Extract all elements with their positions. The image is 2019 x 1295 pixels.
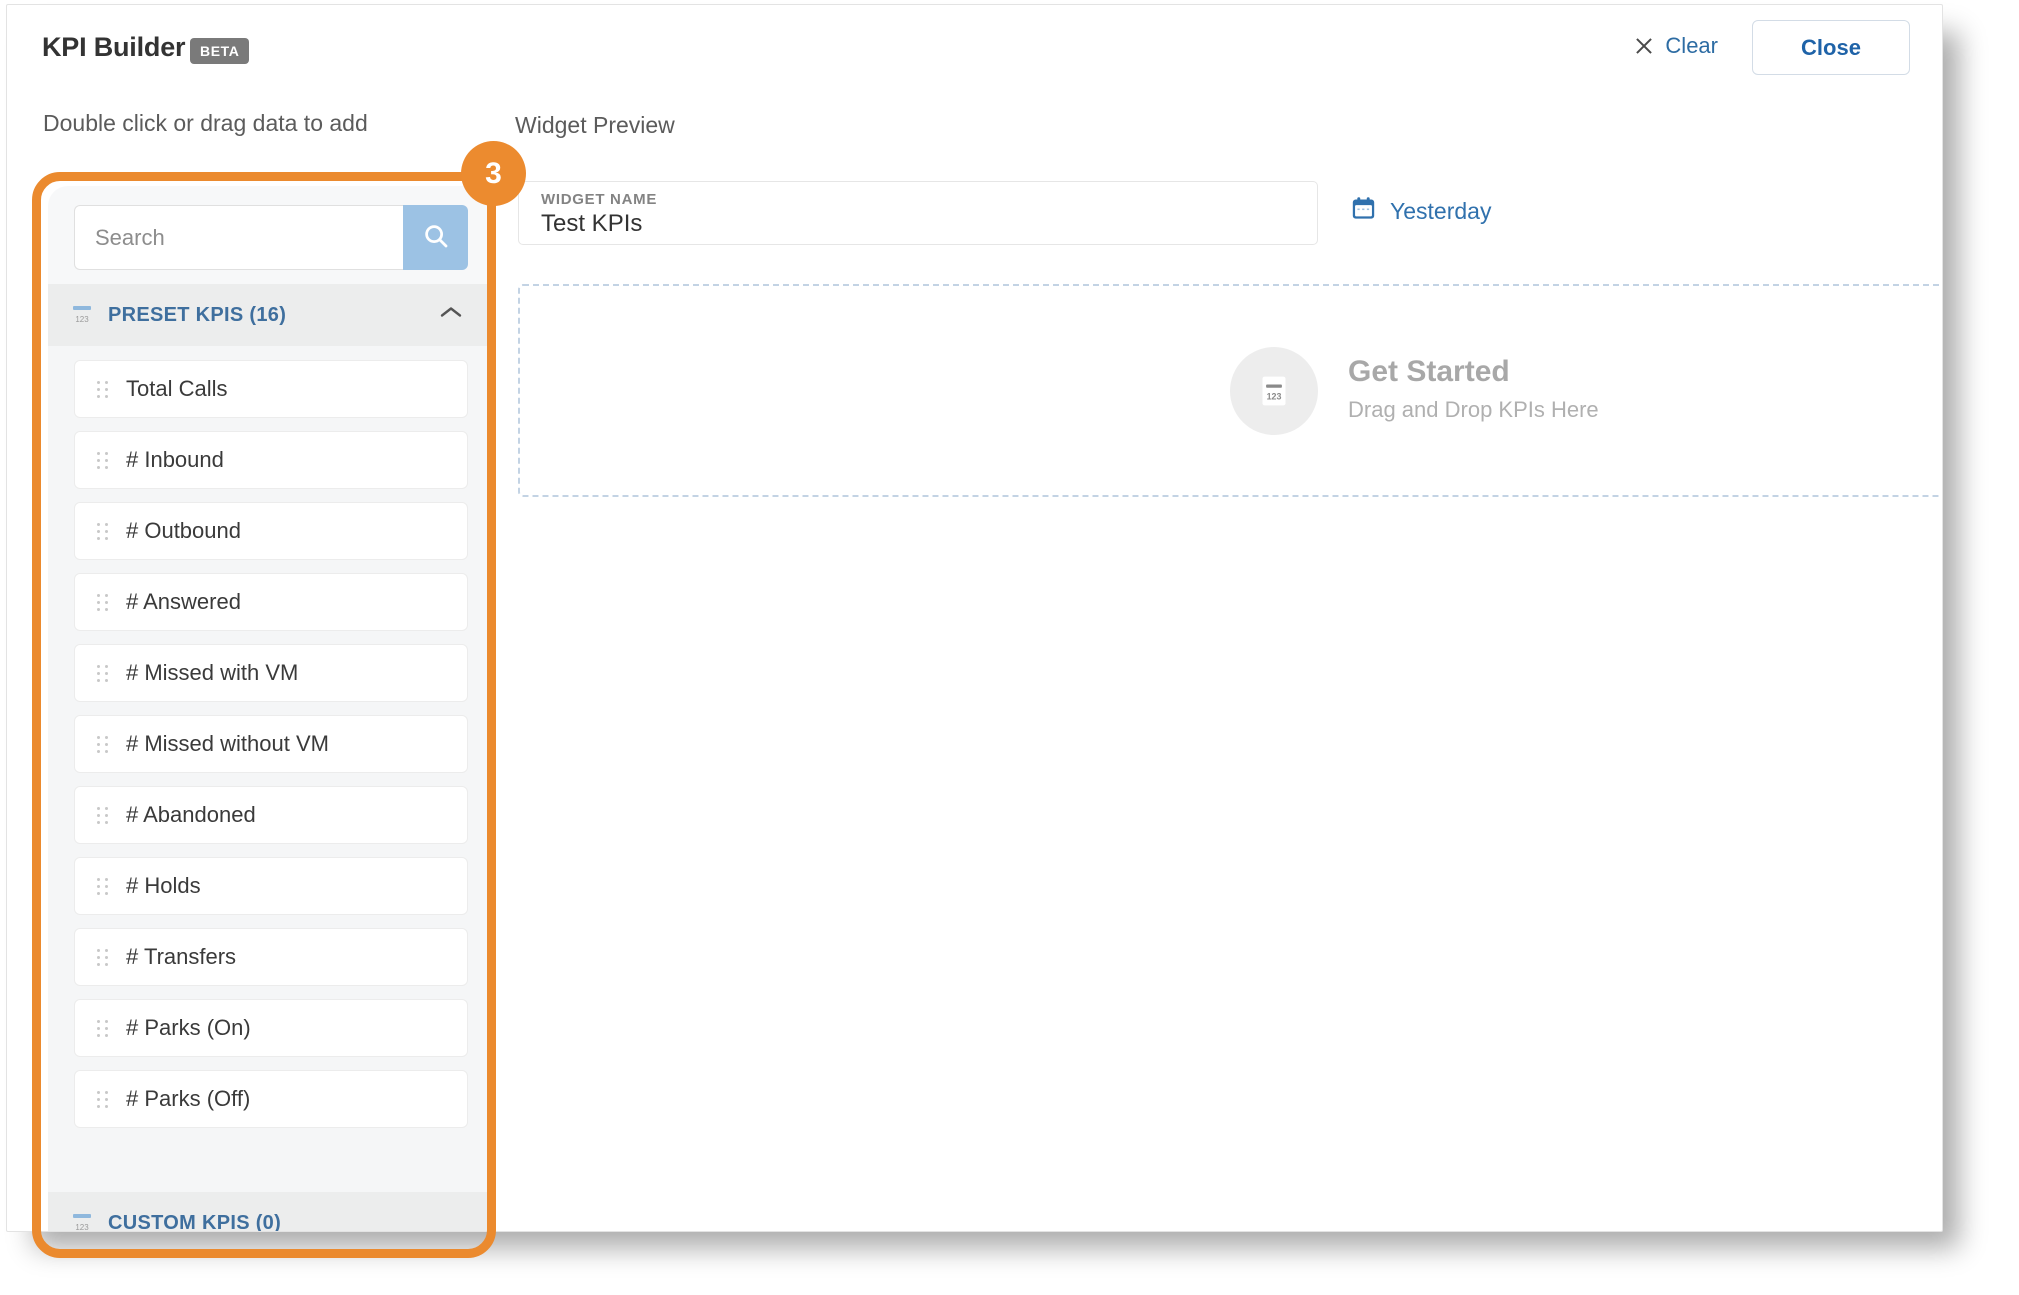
group-header-custom-label: CUSTOM KPIS (0) bbox=[108, 1211, 282, 1232]
beta-badge: BETA bbox=[190, 38, 250, 64]
drag-handle-icon[interactable] bbox=[97, 451, 109, 469]
kpi-list-item[interactable]: # Abandoned bbox=[74, 786, 468, 844]
widget-name-input[interactable] bbox=[541, 210, 1281, 238]
kpi-list-item-label: # Answered bbox=[126, 589, 241, 614]
kpi-list-item-label: # Abandoned bbox=[126, 802, 256, 827]
svg-text:123: 123 bbox=[75, 315, 89, 324]
drag-handle-icon[interactable] bbox=[97, 1019, 109, 1037]
modal-header: KPI Builder BETA Clear Close bbox=[7, 5, 1942, 91]
annotation-step-badge: 3 bbox=[461, 141, 526, 206]
svg-text:123: 123 bbox=[1267, 391, 1282, 401]
drag-handle-icon[interactable] bbox=[97, 948, 109, 966]
group-header-preset-label: PRESET KPIS (16) bbox=[108, 303, 287, 326]
kpi-list-item-label: # Outbound bbox=[126, 518, 241, 543]
kpi-list-item[interactable]: # Inbound bbox=[74, 431, 468, 489]
kpi-list-item-label: # Parks (Off) bbox=[126, 1086, 251, 1111]
kpi-list-item[interactable]: # Parks (On) bbox=[74, 999, 468, 1057]
kpi-123-icon: 123 bbox=[70, 1209, 94, 1232]
kpi-list-item[interactable]: # Parks (Off) bbox=[74, 1070, 468, 1128]
dropzone-text: Get Started Drag and Drop KPIs Here bbox=[1348, 355, 1599, 426]
group-header-custom-kpis[interactable]: 123 CUSTOM KPIS (0) bbox=[48, 1192, 494, 1232]
drag-handle-icon[interactable] bbox=[97, 664, 109, 682]
close-icon bbox=[1634, 36, 1654, 56]
clear-button[interactable]: Clear bbox=[1634, 33, 1718, 59]
widget-preview-caption: Widget Preview bbox=[515, 112, 675, 138]
drag-handle-icon[interactable] bbox=[97, 380, 109, 398]
dropzone-title: Get Started bbox=[1348, 355, 1510, 388]
search-button[interactable] bbox=[403, 205, 468, 270]
drag-handle-icon[interactable] bbox=[97, 735, 109, 753]
left-panel-caption: Double click or drag data to add bbox=[43, 110, 368, 136]
drag-handle-icon[interactable] bbox=[97, 877, 109, 895]
page-title: KPI Builder bbox=[42, 32, 186, 62]
drag-handle-icon[interactable] bbox=[97, 1090, 109, 1108]
kpi-list-item-label: # Transfers bbox=[126, 944, 237, 969]
date-range-selector[interactable]: Yesterday bbox=[1350, 195, 1491, 227]
preset-kpi-list[interactable]: Total Calls # Inbound # Outbound # Answered… bbox=[48, 346, 494, 1192]
chevron-up-icon[interactable] bbox=[438, 305, 464, 326]
search-bar bbox=[74, 205, 468, 270]
kpi-card-123-icon: 123 bbox=[1230, 346, 1318, 435]
dropzone-content: 123 Get Started Drag and Drop KPIs Here bbox=[1230, 346, 1599, 435]
date-range-label: Yesterday bbox=[1390, 197, 1492, 224]
close-button[interactable]: Close bbox=[1752, 20, 1910, 75]
widget-name-label: WIDGET NAME bbox=[541, 191, 658, 208]
kpi-list-item[interactable]: # Missed with VM bbox=[74, 644, 468, 702]
kpi-123-icon: 123 bbox=[70, 301, 94, 330]
kpi-dropzone[interactable]: 123 Get Started Drag and Drop KPIs Here bbox=[518, 284, 1942, 497]
kpi-list-item-label: Total Calls bbox=[126, 376, 228, 401]
kpi-list-item-label: # Missed without VM bbox=[126, 731, 329, 756]
data-source-panel: 123 PRESET KPIS (16) Total Calls # Inboun… bbox=[48, 186, 494, 1232]
drag-handle-icon[interactable] bbox=[97, 593, 109, 611]
dropzone-subtitle: Drag and Drop KPIs Here bbox=[1348, 397, 1599, 422]
clear-button-label: Clear bbox=[1665, 33, 1718, 58]
drag-handle-icon[interactable] bbox=[97, 806, 109, 824]
svg-text:123: 123 bbox=[75, 1223, 89, 1232]
drag-handle-icon[interactable] bbox=[97, 522, 109, 540]
kpi-list-item-label: # Inbound bbox=[126, 447, 224, 472]
kpi-list-item[interactable]: # Holds bbox=[74, 857, 468, 915]
search-input[interactable] bbox=[74, 205, 403, 270]
kpi-list-item[interactable]: # Answered bbox=[74, 573, 468, 631]
search-icon bbox=[421, 221, 451, 254]
kpi-list-item[interactable]: # Transfers bbox=[74, 928, 468, 986]
kpi-builder-modal: KPI Builder BETA Clear Close Double clic… bbox=[6, 4, 1943, 1232]
kpi-list-item[interactable]: # Missed without VM bbox=[74, 715, 468, 773]
calendar-icon bbox=[1350, 195, 1377, 227]
kpi-list-item-label: # Missed with VM bbox=[126, 660, 299, 685]
group-header-preset-kpis[interactable]: 123 PRESET KPIS (16) bbox=[48, 284, 494, 346]
kpi-list-item-label: # Holds bbox=[126, 873, 201, 898]
widget-name-field[interactable]: WIDGET NAME bbox=[518, 181, 1318, 245]
kpi-builder-screen: KPI Builder BETA Clear Close Double clic… bbox=[0, 0, 2019, 1295]
kpi-list-item-label: # Parks (On) bbox=[126, 1015, 251, 1040]
kpi-list-item[interactable]: # Outbound bbox=[74, 502, 468, 560]
kpi-list-item[interactable]: Total Calls bbox=[74, 360, 468, 418]
